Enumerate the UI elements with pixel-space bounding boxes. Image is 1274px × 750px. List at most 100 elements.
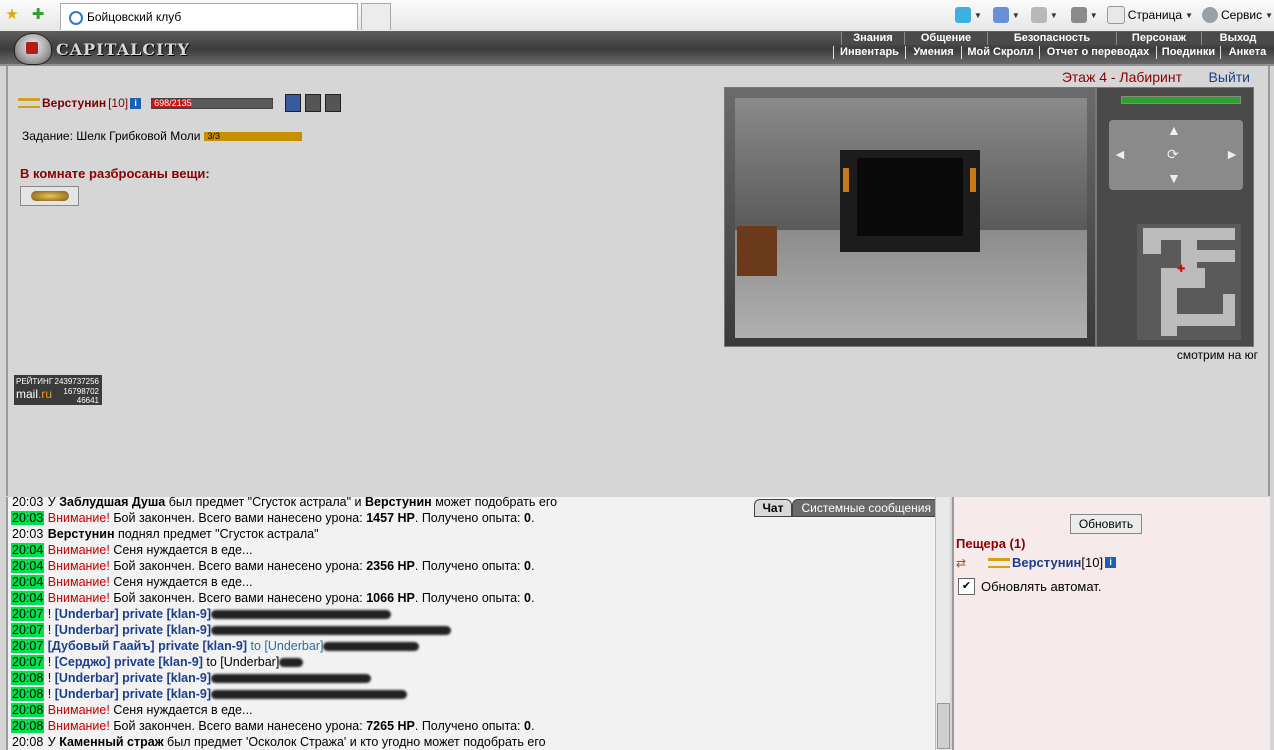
task-line: Задание: Шелк Грибковой Моли 3/3 [22, 129, 303, 143]
chat-sender[interactable]: [Дубовый Гаайъ] [48, 639, 155, 653]
chat-timestamp[interactable]: 20:07 [11, 639, 45, 653]
arrow-forward-icon[interactable]: ▲ [1167, 122, 1181, 138]
menu-security[interactable]: Безопасность [987, 32, 1116, 45]
chat-text: 0 [524, 591, 531, 605]
arrow-right-icon[interactable]: ► [1225, 146, 1239, 162]
main-menu: Знания Общение Безопасность Персонаж Вых… [841, 32, 1274, 45]
private-channel[interactable]: private [klan-9] [122, 607, 211, 621]
chat-timestamp[interactable]: 20:07 [11, 607, 45, 621]
chat-timestamp[interactable]: 20:04 [11, 575, 45, 589]
chevron-down-icon[interactable]: ▼ [1265, 11, 1273, 20]
key-icon [18, 98, 40, 108]
chat-sender[interactable]: [Underbar] [55, 671, 119, 685]
chevron-down-icon[interactable]: ▼ [1090, 11, 1098, 20]
chest-object[interactable] [737, 226, 777, 276]
chevron-down-icon[interactable]: ▼ [1012, 11, 1020, 20]
chat-timestamp[interactable]: 20:03 [11, 497, 44, 509]
private-channel[interactable]: private [klan-9] [122, 687, 211, 701]
refresh-button[interactable]: Обновить [1070, 514, 1142, 534]
private-channel[interactable]: private [klan-9] [122, 623, 211, 637]
submenu-skills[interactable]: Умения [905, 46, 961, 59]
submenu-duels[interactable]: Поединки [1156, 46, 1220, 59]
service-menu-button[interactable]: Сервис [1221, 8, 1262, 22]
chat-text: . [530, 559, 535, 573]
browser-tab-active[interactable]: Бойцовский клуб [60, 3, 358, 30]
skype-icon[interactable] [955, 7, 971, 23]
chat-timestamp[interactable]: 20:04 [11, 559, 45, 573]
redacted-message [211, 626, 452, 636]
menu-communication[interactable]: Общение [904, 32, 987, 45]
chat-text: Сеня нуждается в еде... [109, 543, 253, 557]
exit-link[interactable]: Выйти [1209, 69, 1250, 85]
private-channel[interactable]: private [klan-9] [122, 671, 211, 685]
chat-timestamp[interactable]: 20:04 [11, 591, 45, 605]
chat-timestamp[interactable]: 20:07 [11, 623, 45, 637]
browser-commands: ▼ ▼ ▼ ▼ Страница ▼ Сервис ▼ [955, 6, 1273, 24]
arrow-left-icon[interactable]: ◄ [1113, 146, 1127, 162]
private-channel[interactable]: private [klan-9] [114, 655, 203, 669]
chevron-down-icon[interactable]: ▼ [974, 11, 982, 20]
chat-timestamp[interactable]: 20:08 [11, 687, 45, 701]
chat-text: . [530, 591, 535, 605]
shield-badge-icon[interactable] [305, 94, 322, 112]
mail-ru-rating-counter[interactable]: РЕЙТИНГ 2439737256 16798702 46641 mail.r… [14, 375, 102, 405]
submenu-my-scroll[interactable]: Мой Скролл [961, 46, 1039, 59]
chat-text: 0 [524, 511, 531, 525]
menu-character[interactable]: Персонаж [1116, 32, 1201, 45]
character-name[interactable]: Верстунин [42, 96, 106, 110]
new-tab-button[interactable] [361, 3, 391, 30]
submenu-profile[interactable]: Анкета [1220, 46, 1274, 59]
chat-line: 20:08 Внимание! Сеня нуждается в еде... [11, 702, 931, 718]
tab-chat[interactable]: Чат [753, 499, 793, 517]
chat-sender[interactable]: [Underbar] [55, 607, 119, 621]
chat-text: Бой закончен. Всего вами нанесено урона: [109, 511, 367, 525]
private-channel[interactable]: private [klan-9] [158, 639, 247, 653]
page-menu-button[interactable]: Страница [1128, 8, 1182, 22]
print-icon[interactable] [1070, 7, 1087, 23]
clan-badge-icon[interactable] [285, 94, 302, 112]
feeds-icon[interactable] [1030, 7, 1047, 23]
gear-icon [1202, 7, 1218, 23]
add-favorites-icon[interactable]: ✚ [30, 7, 46, 23]
chevron-down-icon[interactable]: ▼ [1185, 11, 1193, 20]
refresh-view-icon[interactable]: ⟳ [1167, 146, 1179, 163]
move-icon[interactable]: ⇄ [956, 557, 976, 569]
chat-text: поднял предмет "Сгусток астрала" [114, 527, 319, 541]
chat-text: Внимание! [47, 559, 110, 573]
chat-timestamp[interactable]: 20:08 [11, 671, 45, 685]
arrow-back-icon[interactable]: ▼ [1167, 170, 1181, 186]
chat-line: 20:08 У Каменный страж был предмет 'Оско… [11, 734, 931, 750]
favorites-star-icon[interactable]: ★ [4, 7, 20, 23]
chat-sender[interactable]: [Underbar] [55, 687, 119, 701]
chat-text: У [47, 735, 60, 749]
chat-sender[interactable]: [Underbar] [55, 623, 119, 637]
chat-scroll-thumb[interactable] [937, 703, 950, 749]
chat-scrollbar[interactable] [935, 497, 950, 750]
chat-timestamp[interactable]: 20:04 [11, 543, 45, 557]
chat-timestamp[interactable]: 20:07 [11, 655, 45, 669]
menu-knowledge[interactable]: Знания [841, 32, 904, 45]
chat-text: ! [47, 655, 55, 669]
info-icon[interactable]: i [1105, 557, 1117, 568]
page-icon [1106, 6, 1125, 24]
chat-timestamp[interactable]: 20:03 [11, 527, 44, 541]
chat-sender[interactable]: [Серджо] [55, 655, 111, 669]
info-icon[interactable]: i [130, 97, 142, 109]
chevron-down-icon[interactable]: ▼ [1050, 11, 1058, 20]
tab-system-messages[interactable]: Системные сообщения [792, 499, 940, 517]
chat-text: ! [47, 687, 55, 701]
chat-timestamp[interactable]: 20:08 [11, 719, 45, 733]
chat-timestamp[interactable]: 20:08 [11, 703, 45, 717]
room-item-slot[interactable] [20, 186, 79, 206]
home-icon[interactable] [992, 7, 1009, 23]
submenu-transfer-report[interactable]: Отчет о переводах [1039, 46, 1156, 59]
emblem-badge-icon[interactable] [325, 94, 342, 112]
chat-timestamp[interactable]: 20:03 [11, 511, 45, 525]
chat-timestamp[interactable]: 20:08 [11, 735, 44, 749]
occupant-name[interactable]: Верстунин [1012, 555, 1081, 570]
submenu-inventory[interactable]: Инвентарь [833, 46, 905, 59]
chat-text: . Получено опыта: [414, 719, 525, 733]
menu-exit[interactable]: Выход [1201, 32, 1274, 45]
auto-refresh-checkbox[interactable]: ✔ [958, 578, 975, 595]
ie-logo-icon [69, 11, 83, 25]
